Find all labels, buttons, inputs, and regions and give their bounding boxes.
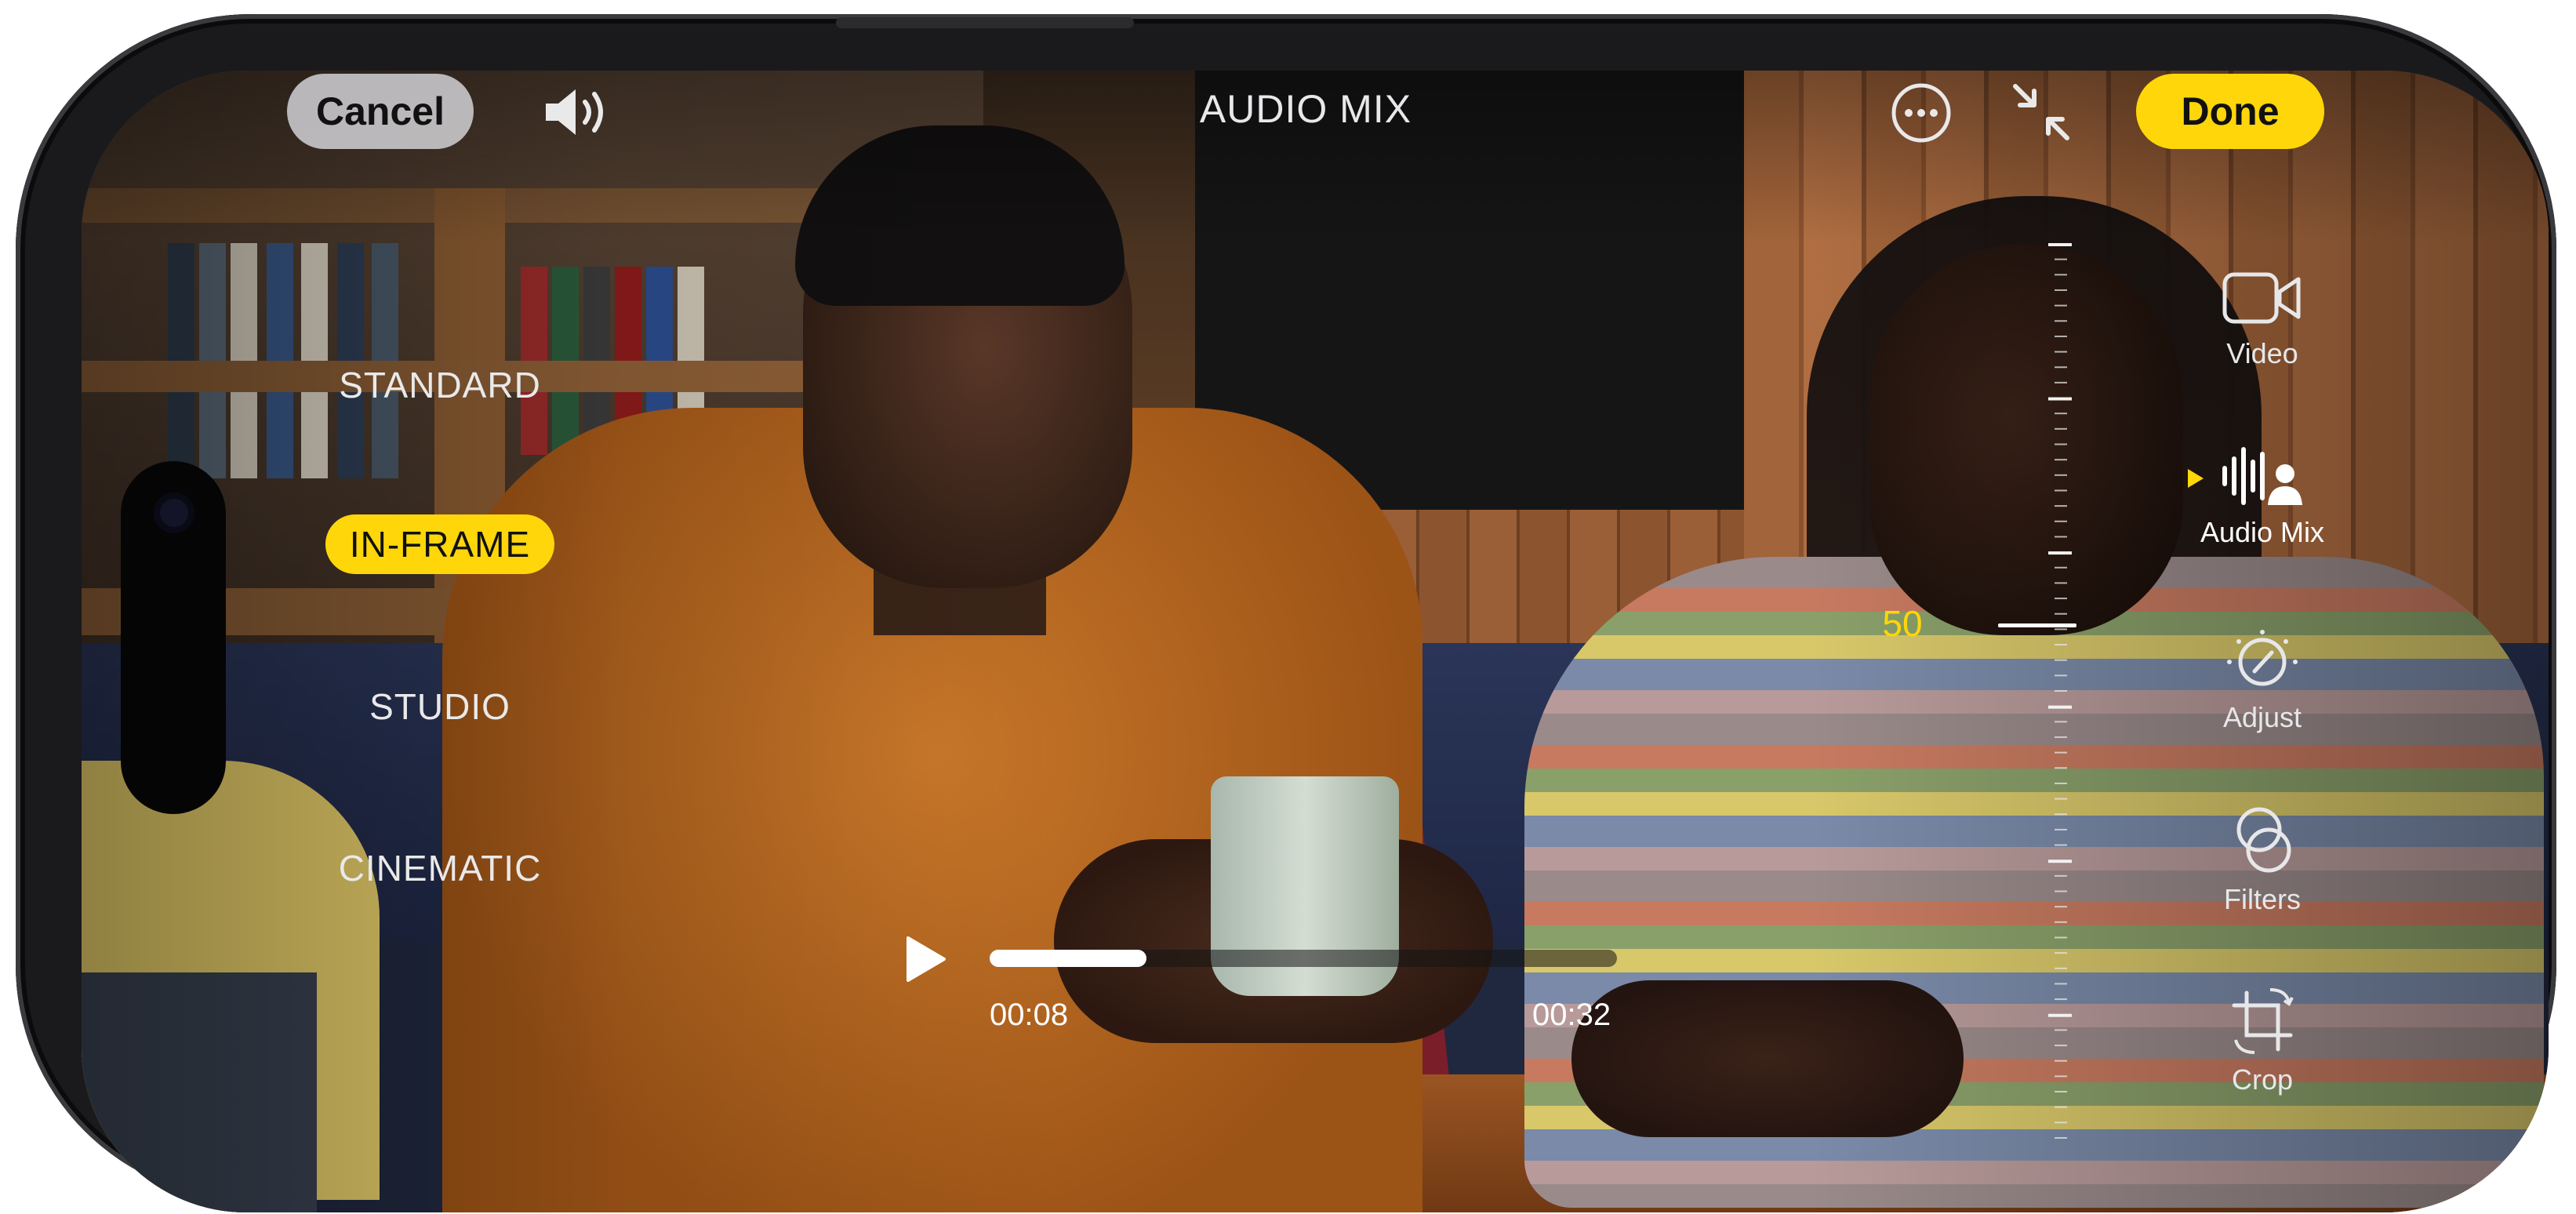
tool-audio-mix-label: Audio Mix: [2200, 516, 2325, 548]
dial-tick: [2055, 582, 2067, 584]
dial-tick: [2055, 1106, 2067, 1108]
dial-tick: [2055, 566, 2067, 569]
dial-tick: [2048, 1013, 2072, 1017]
dial-tick: [2055, 674, 2067, 677]
page-title: AUDIO MIX: [1199, 87, 1412, 131]
dial-tick: [2055, 520, 2067, 522]
collapse-arrows-icon[interactable]: [2011, 82, 2072, 143]
crop-rotate-icon: [2232, 988, 2294, 1054]
dial-tick: [2055, 690, 2067, 692]
dial-tick: [2048, 243, 2072, 246]
dial-tick: [2055, 366, 2067, 369]
playback-scrubber[interactable]: [990, 950, 1617, 967]
dial-tick: [2055, 736, 2067, 738]
mode-cinematic[interactable]: CINEMATIC: [299, 847, 581, 889]
total-duration: 00:32: [1532, 998, 1611, 1032]
tool-adjust-label: Adjust: [2222, 701, 2302, 733]
audio-mix-icon: [2222, 447, 2302, 505]
dial-tick: [2055, 1121, 2067, 1124]
dial-tick: [2055, 335, 2067, 337]
dial-tick: [2055, 1137, 2067, 1139]
tool-video[interactable]: Video: [2180, 267, 2345, 370]
dial-tick: [2055, 751, 2067, 754]
playback-progress: [990, 950, 1146, 967]
dial-tick: [2055, 921, 2067, 923]
dial-tick: [2055, 443, 2067, 445]
dial-tick: [2055, 844, 2067, 846]
dial-tick: [2055, 612, 2067, 615]
dial-tick: [2055, 474, 2067, 476]
dial-tick: [2055, 1075, 2067, 1078]
dial-tick: [2055, 890, 2067, 892]
dial-tick: [2048, 860, 2072, 863]
dial-tick: [2055, 459, 2067, 461]
tool-adjust[interactable]: Adjust: [2180, 627, 2345, 734]
dial-tick: [2055, 351, 2067, 353]
dial-tick: [2055, 1091, 2067, 1093]
dial-tick: [2055, 906, 2067, 908]
dial-tick: [2055, 721, 2067, 723]
mode-standard[interactable]: STANDARD: [299, 364, 581, 406]
dial-tick: [2055, 289, 2067, 291]
dial-tick: [2055, 828, 2067, 831]
dial-tick: [2055, 489, 2067, 492]
dial-tick: [2055, 874, 2067, 877]
current-time: 00:08: [990, 998, 1069, 1032]
dial-tick: [2055, 967, 2067, 969]
tool-video-label: Video: [2226, 337, 2298, 369]
dial-tick: [2055, 644, 2067, 646]
dial-tick: [2055, 813, 2067, 816]
tool-audio-mix[interactable]: Audio Mix: [2180, 444, 2345, 549]
dial-tick: [2055, 536, 2067, 538]
cancel-button[interactable]: Cancel: [287, 74, 474, 149]
tool-crop[interactable]: Crop: [2180, 985, 2345, 1096]
dial-tick: [2055, 1045, 2067, 1047]
dial-tick: [2055, 304, 2067, 307]
dial-tick: [2048, 705, 2072, 709]
tool-crop-label: Crop: [2231, 1063, 2294, 1096]
dial-tick: [2055, 936, 2067, 939]
dial-tick: [2055, 1029, 2067, 1031]
dial-indicator: [1998, 623, 2076, 627]
dial-tick: [2055, 952, 2067, 954]
dial-tick: [2055, 274, 2067, 276]
video-camera-icon: [2222, 272, 2301, 324]
audio-mix-editor: Cancel AUDIO MIX Done STANDARD IN-FRAME …: [0, 0, 2576, 1214]
dial-tick: [2055, 659, 2067, 661]
adjust-dial-icon: [2227, 630, 2298, 686]
intensity-dial[interactable]: [2047, 235, 2072, 1145]
dial-tick: [2048, 551, 2072, 555]
dial-tick: [2055, 320, 2067, 322]
mode-in-frame[interactable]: IN-FRAME: [325, 514, 554, 574]
dial-tick: [2055, 1060, 2067, 1062]
tool-filters[interactable]: Filters: [2180, 805, 2345, 916]
dial-tick: [2055, 767, 2067, 769]
speaker-volume-icon[interactable]: [541, 85, 612, 140]
done-button[interactable]: Done: [2136, 74, 2324, 149]
dial-tick: [2055, 798, 2067, 800]
play-icon[interactable]: [903, 935, 947, 983]
tool-filters-label: Filters: [2224, 883, 2301, 915]
dial-tick: [2055, 381, 2067, 383]
more-options-icon[interactable]: [1890, 82, 1953, 144]
dial-tick: [2055, 782, 2067, 784]
dial-tick: [2055, 998, 2067, 1001]
dial-tick: [2055, 413, 2067, 415]
dial-tick: [2055, 505, 2067, 507]
dial-tick: [2055, 427, 2067, 430]
dial-tick: [2055, 598, 2067, 600]
filters-icon: [2236, 807, 2291, 873]
dial-tick: [2055, 258, 2067, 260]
dial-tick: [2048, 397, 2072, 401]
mode-studio[interactable]: STUDIO: [299, 685, 581, 728]
intensity-value: 50: [1882, 603, 1923, 644]
dial-tick: [2055, 983, 2067, 985]
